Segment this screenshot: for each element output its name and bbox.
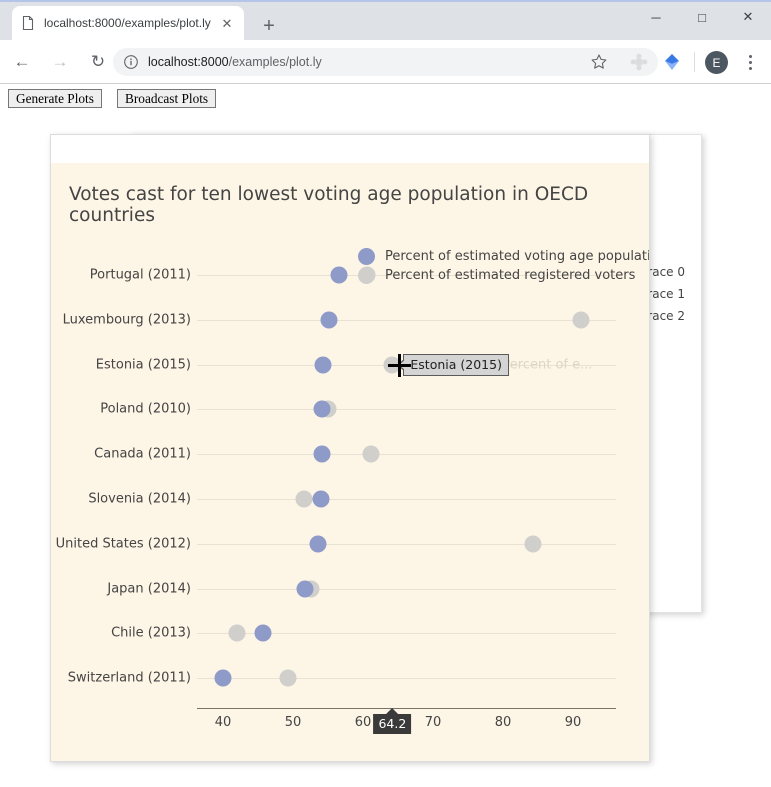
url-text: localhost:8000/examples/plot.ly xyxy=(148,55,322,69)
plot-area[interactable]: Portugal (2011) Luxembourg (2013) Estonia … xyxy=(51,135,649,761)
x-axis-tick-label: 70 xyxy=(424,715,442,730)
legend-swatch-icon xyxy=(358,248,375,265)
grid-line xyxy=(197,319,616,321)
data-point[interactable] xyxy=(320,311,338,329)
y-axis-label[interactable]: Japan (2014) xyxy=(107,581,191,596)
url-host: localhost:8000 xyxy=(148,55,229,69)
data-point[interactable] xyxy=(524,535,542,553)
window-close-icon[interactable]: ✕ xyxy=(725,0,771,34)
y-axis-label[interactable]: Luxembourg (2013) xyxy=(63,312,191,327)
data-point[interactable] xyxy=(228,624,246,642)
site-info-icon[interactable] xyxy=(123,54,139,70)
tab-strip: localhost:8000/examples/plot.ly ✕ + ─ □ … xyxy=(0,0,771,40)
forward-icon[interactable]: → xyxy=(44,46,76,78)
grid-line xyxy=(197,499,616,500)
blue-diamond-extension-icon[interactable] xyxy=(661,51,683,73)
x-axis-tick-label: 50 xyxy=(284,715,302,730)
browser-tab[interactable]: localhost:8000/examples/plot.ly ✕ xyxy=(12,6,244,40)
data-point[interactable] xyxy=(296,580,314,598)
y-axis-label[interactable]: Chile (2013) xyxy=(111,626,191,641)
close-icon[interactable]: ✕ xyxy=(218,14,236,32)
puzzle-extension-icon[interactable] xyxy=(629,52,649,72)
legend-label: Percent of estimated voting age populati… xyxy=(385,249,650,264)
page-icon xyxy=(20,15,36,31)
dot-plot-card[interactable]: Votes cast for ten lowest voting age pop… xyxy=(50,134,650,762)
data-point[interactable] xyxy=(309,535,327,553)
minimize-icon[interactable]: ─ xyxy=(633,0,679,34)
tab-title: localhost:8000/examples/plot.ly xyxy=(44,16,211,30)
data-point[interactable] xyxy=(314,356,332,374)
data-point[interactable] xyxy=(313,445,331,463)
data-point[interactable] xyxy=(313,400,331,418)
y-axis-label[interactable]: Estonia (2015) xyxy=(96,357,191,372)
data-point[interactable] xyxy=(330,266,348,284)
hover-ghost-label: Percent of e... xyxy=(502,357,593,373)
url-path: /examples/plot.ly xyxy=(228,55,322,69)
y-axis-label[interactable]: Poland (2010) xyxy=(100,402,191,417)
grid-line xyxy=(197,543,616,545)
legend-item[interactable]: Percent of estimated voting age populati… xyxy=(358,247,650,266)
grid-line xyxy=(197,454,616,456)
legend-label: Percent of estimated registered voters xyxy=(385,268,636,283)
y-axis-label[interactable]: Slovenia (2014) xyxy=(88,492,191,507)
x-axis-tick-label: 60 xyxy=(354,715,372,730)
x-axis-tick-label: 90 xyxy=(564,715,582,730)
x-axis-tick-label: 80 xyxy=(494,715,512,730)
star-icon[interactable] xyxy=(585,48,613,76)
y-axis-label[interactable]: United States (2012) xyxy=(56,536,191,551)
data-point[interactable] xyxy=(362,445,380,463)
grid-line xyxy=(197,409,616,411)
legend-item[interactable]: Percent of estimated registered voters xyxy=(358,266,649,285)
hover-tooltip: Estonia (2015) xyxy=(397,353,509,376)
window-controls: ─ □ ✕ xyxy=(633,0,771,40)
y-axis-label[interactable]: Portugal (2011) xyxy=(90,268,191,283)
chart-legend: Percent of estimated voting age populati… xyxy=(358,247,650,285)
y-axis-label[interactable]: Switzerland (2011) xyxy=(68,671,191,686)
new-tab-button[interactable]: + xyxy=(256,13,282,39)
back-icon[interactable]: ← xyxy=(6,46,38,78)
data-point[interactable] xyxy=(295,490,313,508)
reload-icon[interactable]: ↻ xyxy=(82,46,114,78)
toolbar-divider xyxy=(0,83,771,84)
maximize-icon[interactable]: □ xyxy=(679,0,725,34)
toolbar-separator xyxy=(694,52,695,72)
grid-line xyxy=(197,678,616,680)
avatar[interactable]: E xyxy=(705,51,728,74)
data-point[interactable] xyxy=(572,311,590,329)
x-axis-tick-label: 40 xyxy=(214,715,232,730)
address-bar[interactable]: localhost:8000/examples/plot.ly xyxy=(113,48,658,76)
kebab-menu-icon[interactable] xyxy=(739,50,761,74)
grid-line xyxy=(197,588,616,590)
x-axis-line xyxy=(197,708,616,709)
x-axis-hover-value: 64.2 xyxy=(373,708,412,734)
broadcast-plots-button[interactable]: Broadcast Plots xyxy=(117,89,217,108)
browser-window: localhost:8000/examples/plot.ly ✕ + ─ □ … xyxy=(0,0,771,787)
data-point[interactable] xyxy=(279,669,297,687)
generate-plots-button[interactable]: Generate Plots xyxy=(8,89,102,108)
legend-swatch-icon xyxy=(358,267,375,284)
y-axis-label[interactable]: Canada (2011) xyxy=(94,447,191,462)
data-point[interactable] xyxy=(214,669,232,687)
data-point[interactable] xyxy=(312,490,330,508)
data-point[interactable] xyxy=(254,624,272,642)
